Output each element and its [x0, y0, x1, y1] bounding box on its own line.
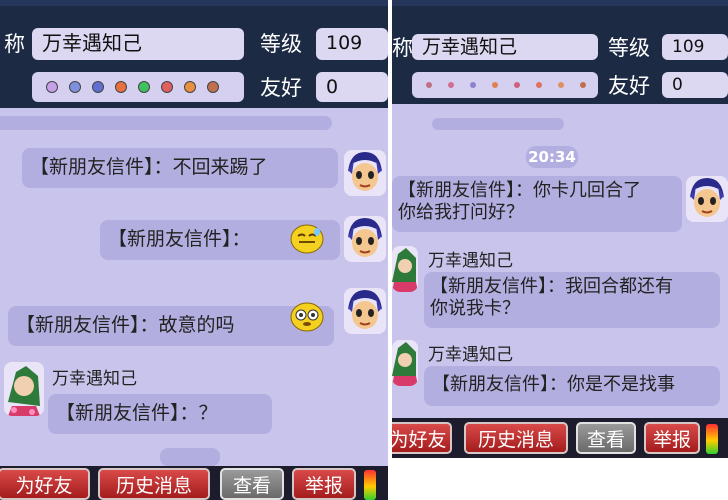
volume-meter-icon — [364, 470, 376, 500]
chat-window-left: 称 万幸遇知己 等级 109 友好 0 【新朋友信件】：不回来踢了 【新朋友信件… — [0, 0, 388, 500]
attribute-badge-icon — [92, 81, 104, 93]
name-label: 称 — [4, 32, 25, 56]
attribute-badge-icon — [514, 82, 520, 88]
player-name-field: 万幸遇知己 — [32, 28, 244, 60]
message-bubble: 【新朋友信件】：你卡几回合了 你给我打问好？ — [392, 176, 682, 232]
message-bubble: 【新朋友信件】：不回来踢了 — [22, 148, 338, 188]
name-label: 称 — [392, 36, 413, 60]
attribute-badges — [412, 72, 598, 98]
sender-name: 万幸遇知己 — [428, 251, 513, 271]
add-friend-button[interactable]: 为好友 — [392, 422, 452, 454]
xianxian-avatar-icon[interactable] — [392, 246, 418, 292]
friendship-label: 友好 — [608, 74, 650, 98]
bottom-blank-area — [392, 458, 728, 500]
attribute-badge-icon — [69, 81, 81, 93]
attribute-badge-icon — [115, 81, 127, 93]
message-bubble: 【新朋友信件】：你是不是找事 — [424, 366, 720, 406]
message-list[interactable]: 【新朋友信件】：不回来踢了 【新朋友信件】： 【新朋友信件】：故意的吗 万幸遇知… — [0, 108, 388, 466]
xianxian-avatar-icon[interactable] — [4, 362, 44, 416]
attribute-badge-icon — [46, 81, 58, 93]
view-button[interactable]: 查看 — [220, 468, 284, 500]
volume-meter-icon — [706, 424, 718, 454]
action-bar: 为好友 历史消息 查看 举报 — [392, 418, 728, 458]
chat-header: 称 万幸遇知己 等级 109 友好 0 — [0, 0, 388, 108]
player-name-field: 万幸遇知己 — [412, 34, 598, 60]
chat-window-right: 称 万幸遇知己 等级 109 友好 0 20:34 【新朋友信件】：你卡几回合了… — [392, 0, 728, 500]
history-button[interactable]: 历史消息 — [464, 422, 568, 454]
message-bubble: 【新朋友信件】：我回合都还有 你说我卡？ — [424, 272, 720, 328]
timestamp: 20:34 — [526, 146, 578, 168]
hero-avatar-icon[interactable] — [686, 176, 728, 222]
attribute-badges — [32, 72, 244, 102]
attribute-badge-icon — [536, 82, 542, 88]
sweat-emoji-icon — [290, 224, 324, 254]
attribute-badge-icon — [138, 81, 150, 93]
level-label: 等级 — [608, 36, 650, 60]
chat-header: 称 万幸遇知己 等级 109 友好 0 — [392, 0, 728, 104]
attribute-badge-icon — [558, 82, 564, 88]
level-value: 109 — [662, 34, 728, 60]
attribute-badge-icon — [470, 82, 476, 88]
attribute-badge-icon — [580, 82, 586, 88]
attribute-badge-icon — [448, 82, 454, 88]
friendship-value: 0 — [662, 72, 728, 98]
attribute-badge-icon — [492, 82, 498, 88]
dazed-emoji-icon — [290, 302, 324, 332]
header-top-edge — [392, 0, 728, 6]
xianxian-avatar-icon[interactable] — [392, 340, 418, 386]
sender-name: 万幸遇知己 — [52, 369, 137, 389]
report-button[interactable]: 举报 — [292, 468, 356, 500]
previous-message-bubble — [0, 116, 332, 130]
header-top-edge — [0, 0, 388, 6]
action-bar: 为好友 历史消息 查看 举报 — [0, 466, 388, 500]
level-label: 等级 — [260, 32, 302, 56]
next-message-bubble — [160, 448, 220, 466]
message-list[interactable]: 20:34 【新朋友信件】：你卡几回合了 你给我打问好？ 万幸遇知己 【新朋友信… — [392, 104, 728, 418]
view-button[interactable]: 查看 — [576, 422, 636, 454]
attribute-badge-icon — [426, 82, 432, 88]
hero-avatar-icon[interactable] — [344, 150, 386, 196]
report-button[interactable]: 举报 — [644, 422, 700, 454]
message-bubble: 【新朋友信件】：故意的吗 — [8, 306, 334, 346]
friendship-label: 友好 — [260, 76, 302, 100]
previous-message-bubble — [432, 118, 564, 130]
message-bubble: 【新朋友信件】：？ — [48, 394, 272, 434]
sender-name: 万幸遇知己 — [428, 345, 513, 365]
hero-avatar-icon[interactable] — [344, 288, 386, 334]
add-friend-button[interactable]: 为好友 — [0, 468, 90, 500]
attribute-badge-icon — [207, 81, 219, 93]
attribute-badge-icon — [161, 81, 173, 93]
level-value: 109 — [316, 28, 388, 60]
hero-avatar-icon[interactable] — [344, 216, 386, 262]
attribute-badge-icon — [184, 81, 196, 93]
friendship-value: 0 — [316, 72, 388, 102]
history-button[interactable]: 历史消息 — [98, 468, 210, 500]
